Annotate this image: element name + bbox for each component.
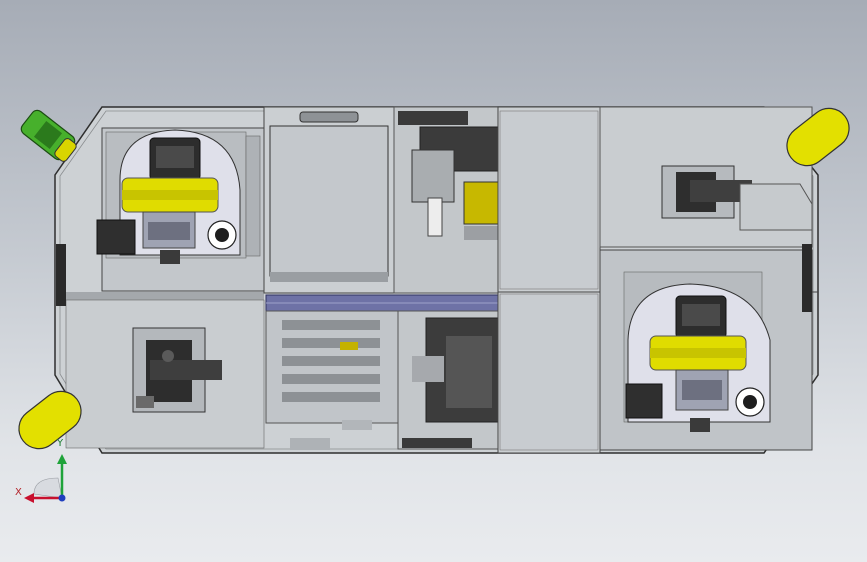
caster-left [60, 292, 265, 449]
drive-module-right [599, 249, 813, 451]
agv-top-view-drawing: X Y [15, 106, 850, 503]
lidar-slot-left [56, 244, 66, 306]
controller-area [393, 106, 502, 450]
electrical-box [263, 106, 395, 294]
triad-x-label: X [15, 487, 22, 498]
triad-y-label: Y [56, 438, 64, 449]
lidar-slot-right [802, 244, 812, 312]
caster-right [599, 106, 813, 248]
z-axis-dot [58, 494, 66, 502]
yellow-sensor [463, 181, 499, 225]
cad-viewport[interactable]: X Y [0, 0, 867, 562]
motor-connector-left [96, 219, 136, 255]
drive-module-left [96, 127, 265, 292]
motor-connector-right [625, 383, 663, 419]
